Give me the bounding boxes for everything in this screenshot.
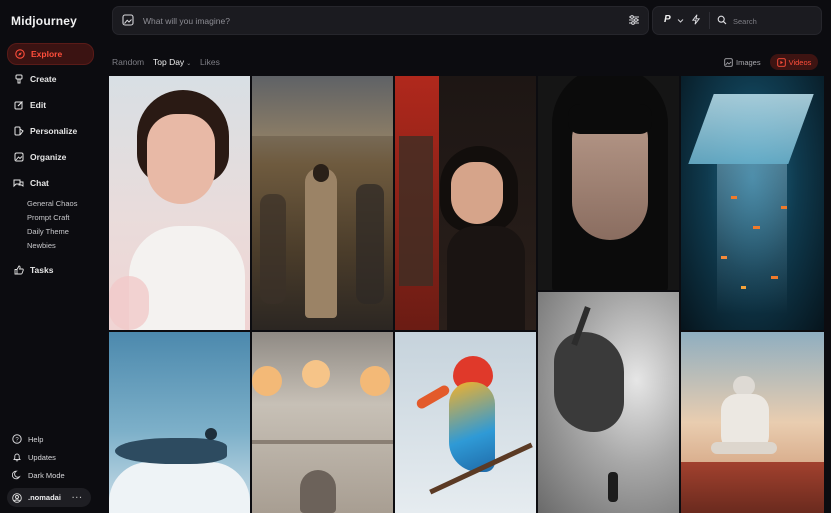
dark-mode-toggle[interactable]: Dark Mode [11,468,65,482]
search-input[interactable] [731,13,815,29]
filter-videos[interactable]: Videos [770,54,818,70]
chat-room-daily-theme[interactable]: Daily Theme [27,227,69,236]
nav-label: Chat [30,178,49,188]
nav-edit[interactable]: Edit [7,95,92,115]
gallery-tile-glass-parrot[interactable] [395,332,536,513]
nav-label: Organize [30,152,67,162]
pencil-square-icon [13,100,24,111]
search-icon [717,15,727,28]
gallery-tile-smoke-dragon[interactable] [538,292,679,513]
nav-label: Create [30,74,57,84]
gallery-tile-fish-portal[interactable] [681,76,824,330]
nav-label: Personalize [30,126,78,136]
brush-icon [13,74,24,85]
moon-icon [11,470,22,481]
chevron-down-icon: ⌄ [186,61,192,67]
image-icon [724,57,733,67]
gallery-tile-city-street[interactable] [252,76,393,330]
nav-tasks[interactable]: Tasks [7,260,92,280]
filter-images-label: Images [736,57,761,67]
gallery-tile-whale-clouds[interactable] [109,332,250,513]
tab-label: Top Day [153,57,185,67]
palette-icon [13,126,24,137]
chat-room-general-chaos[interactable]: General Chaos [27,199,77,208]
image-upload-icon[interactable] [122,14,134,29]
app-logo[interactable]: Midjourney [11,14,77,28]
sidebar: Midjourney Explore Create Edit Personali… [0,0,100,513]
chat-room-prompt-craft[interactable]: Prompt Craft [27,213,70,222]
gallery-tile-woman-portrait[interactable] [109,76,250,330]
nav-label: Explore [31,49,63,59]
nav-label: Edit [30,100,47,110]
tab-top-day[interactable]: Top Day ⌄ [153,57,191,67]
gallery-tile-vending-machine[interactable] [395,76,536,330]
thumbs-up-icon [13,265,24,276]
tab-random[interactable]: Random [112,57,144,67]
bell-icon [11,452,22,463]
image-folder-icon [13,152,24,163]
tab-likes[interactable]: Likes [200,57,220,67]
updates-link[interactable]: Updates [11,450,56,464]
user-menu-icon[interactable]: ··· [72,493,83,502]
compass-icon [14,49,25,60]
filter-images[interactable]: Images [724,54,766,70]
user-account-button[interactable]: .nomadai ··· [7,488,91,507]
nav-personalize[interactable]: Personalize [7,121,92,141]
user-avatar-icon [12,492,23,503]
toolbar-divider [709,12,710,29]
settings-sliders-icon[interactable] [628,14,640,29]
filter-videos-label: Videos [788,57,812,67]
personalize-toggle[interactable]: P [664,14,671,25]
help-label: Help [28,434,44,444]
imagine-bar [112,6,649,35]
question-circle-icon: ? [11,434,22,445]
gallery-tile-astronaut[interactable] [681,332,824,513]
updates-label: Updates [28,452,56,462]
chat-bubbles-icon [13,178,24,189]
nav-label: Tasks [30,265,54,275]
video-icon [776,57,786,67]
nav-explore[interactable]: Explore [7,43,94,65]
help-link[interactable]: ? Help [11,432,43,446]
username: .nomadai [28,493,61,502]
chat-room-newbies[interactable]: Newbies [27,241,56,250]
gallery-tile-interior-lamps[interactable] [252,332,393,513]
nav-create[interactable]: Create [7,69,92,89]
imagine-input[interactable] [141,12,615,30]
toolbar-right: P [652,6,822,35]
dark-mode-label: Dark Mode [28,470,65,480]
nav-organize[interactable]: Organize [7,147,92,167]
nav-chat[interactable]: Chat [7,173,92,193]
chevron-down-icon[interactable] [677,15,684,27]
speed-bolt-icon[interactable] [691,14,701,28]
gallery-tile-dark-hair-woman[interactable] [538,76,679,290]
